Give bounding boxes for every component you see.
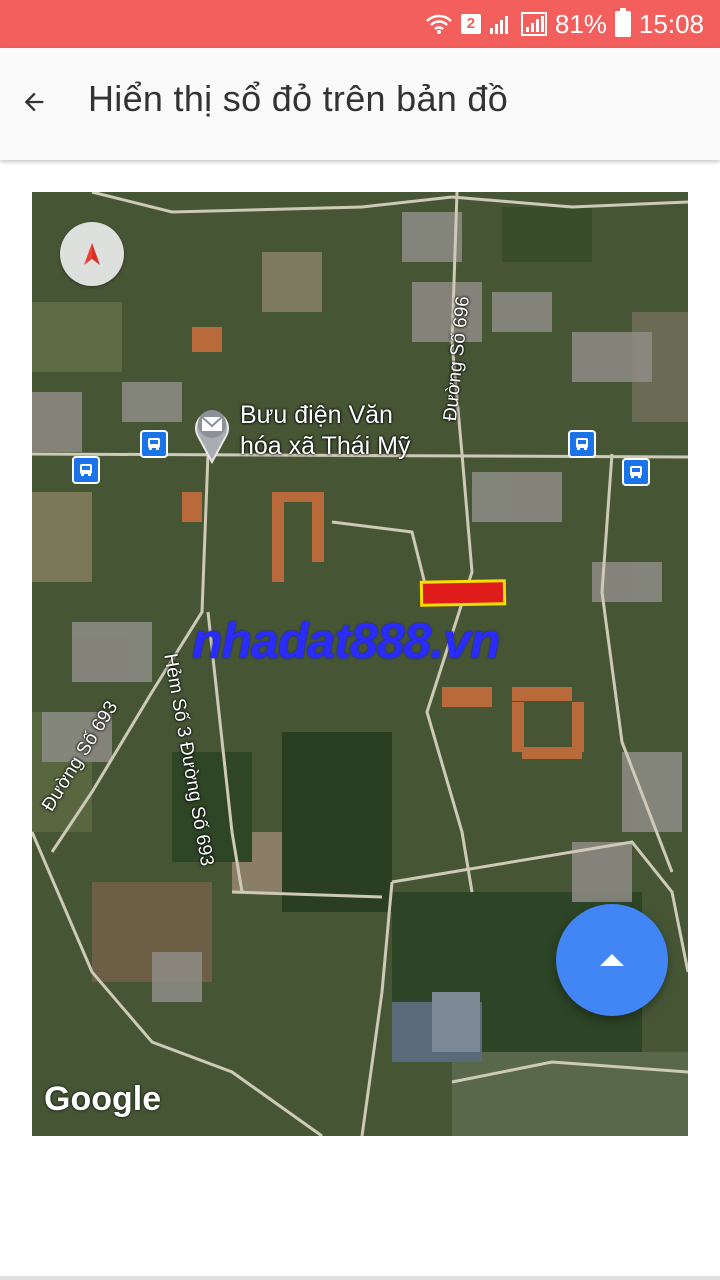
watermark: nhadat888.vn: [192, 613, 501, 669]
bus-stop-icon[interactable]: [140, 430, 168, 458]
post-office-label-line2: hóa xã Thái Mỹ: [240, 432, 411, 460]
back-button[interactable]: [14, 82, 54, 122]
bottom-divider: [0, 1276, 720, 1280]
scroll-up-button[interactable]: [556, 904, 668, 1016]
bus-stop-icon[interactable]: [72, 456, 100, 484]
page-title: Hiển thị sổ đỏ trên bản đồ: [88, 78, 509, 119]
compass-button[interactable]: [60, 222, 124, 286]
arrow-back-icon: [24, 92, 44, 112]
compass-icon: [84, 243, 100, 265]
signal-icon: [489, 16, 508, 34]
bus-icon: [576, 438, 588, 450]
clock: 15:08: [638, 8, 704, 39]
status-icons: 2 81% 15:08: [425, 0, 704, 48]
app-bar: Hiển thị sổ đỏ trên bản đồ: [0, 48, 720, 160]
bus-icon: [80, 464, 92, 476]
wifi-icon: [425, 14, 452, 34]
bus-icon: [148, 438, 160, 450]
sim-badge: 2: [460, 14, 481, 34]
post-office-pin[interactable]: [192, 404, 232, 468]
bus-stop-icon[interactable]: [568, 430, 596, 458]
signal-icon-2: [520, 12, 547, 36]
triangle-up-icon: [600, 954, 624, 966]
status-bar: 2 81% 15:08: [0, 0, 720, 48]
battery-percent: 81%: [554, 8, 607, 39]
land-parcel-marker[interactable]: [419, 579, 507, 607]
battery-icon: [614, 8, 631, 37]
mail-icon: [195, 410, 229, 465]
bus-stop-icon[interactable]: [622, 458, 650, 486]
google-logo: Google: [44, 1080, 162, 1118]
bus-icon: [630, 466, 642, 478]
